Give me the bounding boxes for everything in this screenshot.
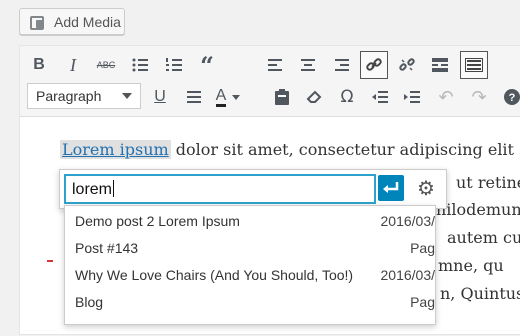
italic-button[interactable]: I [61,53,85,77]
blockquote-button[interactable]: “ [195,51,219,80]
special-character-button[interactable]: Ω [335,85,359,109]
selected-link-text[interactable]: Lorem ipsum [60,140,171,159]
gear-icon: ⚙ [417,177,435,200]
content-line-4-visible: autem cu [447,228,520,247]
justify-button[interactable] [182,85,206,109]
format-select-value: Paragraph [36,88,102,104]
indent-icon [404,91,420,103]
indent-button[interactable] [400,85,424,109]
result-row[interactable]: Why We Love Chairs (And You Should, Too!… [65,262,435,288]
content-line-5-visible: mne, qu [438,256,504,275]
result-title: Demo post 2 Lorem Ipsum [75,213,240,229]
read-more-icon [432,58,448,72]
result-title: Why We Love Chairs (And You Should, Too!… [75,267,354,283]
remove-link-button[interactable] [395,53,419,77]
apply-link-button[interactable] [378,175,404,201]
content-line-2-visible: ut retiner [456,173,520,192]
redo-button[interactable]: ↷ [467,85,491,109]
result-title: Post #143 [75,240,139,256]
bullet-list-icon [132,58,148,72]
spellcheck-underline [47,260,53,262]
enter-icon [383,182,399,193]
link-popup: lorem ⚙ [59,169,447,209]
clear-formatting-button[interactable] [302,85,326,109]
link-input-value: lorem [72,181,113,198]
result-meta: 2016/03/ [380,267,436,283]
eraser-icon [306,90,322,103]
link-url-input[interactable]: lorem [64,174,376,204]
bullet-list-button[interactable] [128,53,152,77]
numbered-list-icon [166,58,182,71]
outdent-button[interactable] [368,85,392,109]
numbered-list-button[interactable] [162,53,186,77]
link-icon [366,58,382,71]
outdent-icon [372,91,388,103]
paste-text-button[interactable] [270,85,294,109]
insert-link-button[interactable] [360,51,388,79]
undo-button[interactable]: ↶ [434,85,458,109]
toolbar-toggle-button[interactable] [460,51,488,79]
chevron-down-icon [232,94,241,100]
editor-toolbar: B I ABC “ Paragraph U A Ω ↶ ↷ ? [20,46,520,117]
link-search-results: Demo post 2 Lorem Ipsum 2016/03/Post #143… [64,205,436,325]
media-icon [30,14,48,30]
result-row[interactable]: Blog Pag [65,289,435,315]
keyboard-icon [465,58,483,72]
strikethrough-button[interactable]: ABC [94,53,118,77]
result-meta: Pag [410,294,435,310]
clipboard-icon [275,89,289,105]
help-button[interactable]: ? [500,85,520,109]
align-right-button[interactable] [330,53,354,77]
content-line-3-visible: nilodemun [436,200,520,219]
help-icon: ? [504,89,520,105]
chevron-down-icon [122,93,132,99]
content-line-1: Lorem ipsum dolor sit amet, consectetur … [60,140,514,159]
bold-button[interactable]: B [27,53,51,77]
content-line-6-visible: n, Quintus [440,284,520,303]
result-row[interactable]: Demo post 2 Lorem Ipsum 2016/03/ [65,208,435,234]
underline-button[interactable]: U [148,85,172,109]
align-right-icon [335,59,349,71]
result-meta: 2016/03/ [380,213,436,229]
line-1-text: dolor sit amet, consectetur adipiscing e… [170,140,514,159]
align-left-button[interactable] [263,53,287,77]
format-select[interactable]: Paragraph [27,83,141,109]
text-color-button[interactable]: A [213,85,243,109]
result-row[interactable]: Post #143 Pag [65,235,435,261]
text-cursor [113,180,115,197]
text-color-icon: A [215,87,227,107]
align-center-button[interactable] [296,53,320,77]
align-left-icon [268,59,282,71]
unlink-icon [399,58,415,71]
read-more-button[interactable] [428,53,452,77]
svg-text:?: ? [509,92,516,104]
link-options-button[interactable]: ⚙ [414,176,438,200]
result-meta: Pag [410,240,435,256]
result-title: Blog [75,294,104,310]
add-media-label: Add Media [54,13,121,30]
add-media-button[interactable]: Add Media [19,8,125,35]
justify-icon [187,91,201,103]
align-center-icon [301,59,315,71]
